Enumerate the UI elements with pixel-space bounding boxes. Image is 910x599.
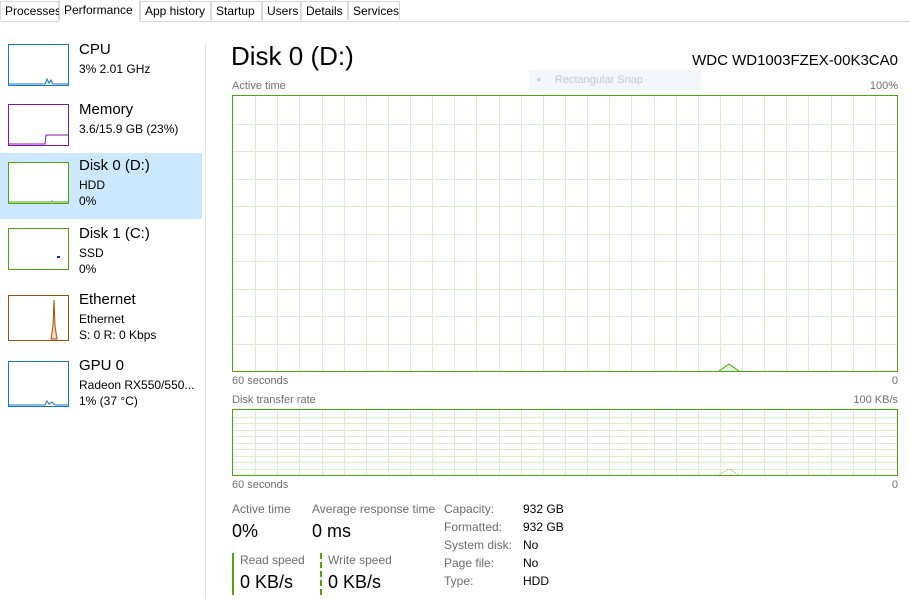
device-model: WDC WD1003FZEX-00K3CA0 [692,52,898,69]
active-time-max-label: 100% [869,80,898,92]
active-time-stat-label: Active time [232,502,291,516]
system-disk-value: No [523,538,539,552]
memory-mini-graph [8,104,69,146]
sidebar-item-usage: 0% [79,262,97,276]
transfer-rate-graph [232,409,898,476]
sidebar-item-detail: SSD [79,246,104,260]
active-time-time-label: 60 seconds [232,375,289,387]
type-label: Type: [444,574,474,588]
sidebar-item-usage: S: 0 R: 0 Kbps [79,328,157,342]
write-speed-value: 0 KB/s [328,572,382,592]
cpu-mini-graph [8,44,69,86]
system-disk-label: System disk: [444,538,513,552]
page-title: Disk 0 (D:) [231,41,354,71]
active-time-stat-value: 0% [232,521,259,541]
sidebar-item-detail: HDD [79,178,105,192]
tab-users[interactable]: Users [262,1,301,20]
sidebar-item-detail: Ethernet [79,312,125,326]
transfer-rate-max-label: 100 KB/s [853,394,898,406]
capacity-label: Capacity: [444,502,495,516]
read-speed-indicator [232,553,234,595]
transfer-rate-graph-canvas [233,410,897,476]
avg-response-stat-value: 0 ms [312,521,352,541]
tab-details[interactable]: Details [301,1,348,20]
write-speed-label: Write speed [328,553,392,567]
tab-services[interactable]: Services [348,1,400,20]
sidebar-item-detail: Radeon RX550/550... [79,378,195,392]
page-file-label: Page file: [444,556,495,570]
sidebar-item-title: Disk 1 (C:) [79,225,150,242]
sidebar-item-title: Memory [79,101,134,118]
sidebar-item-title: Disk 0 (D:) [79,157,150,174]
sidebar-item-detail: 3% 2.01 GHz [79,62,151,76]
sidebar-item-disk-0[interactable]: Disk 0 (D:) HDD 0% [0,153,202,219]
active-time-graph [232,95,898,372]
read-speed-label: Read speed [240,553,305,567]
disk-1-mini-graph [8,228,69,270]
transfer-rate-time-label: 60 seconds [232,479,289,491]
gpu-mini-graph [8,361,69,407]
active-time-graph-canvas [233,96,897,372]
formatted-value: 932 GB [523,520,564,534]
page-file-value: No [523,556,539,570]
capacity-value: 932 GB [523,502,564,516]
graph-grid [233,96,897,371]
tab-processes[interactable]: Processes [0,1,61,20]
tab-app-history[interactable]: App history [140,1,211,20]
sidebar-divider [205,43,206,599]
sidebar-item-gpu-0[interactable]: GPU 0 Radeon RX550/550... 1% (37 °C) [0,353,202,419]
resource-sidebar: CPU 3% 2.01 GHz Memory 3.6/15.9 GB (23%)… [0,22,205,599]
active-time-series [718,363,740,372]
sidebar-item-ethernet[interactable]: Ethernet Ethernet S: 0 R: 0 Kbps [0,287,202,353]
sidebar-item-usage: 1% (37 °C) [79,394,138,408]
tab-performance[interactable]: Performance [59,0,140,22]
ethernet-mini-graph [8,295,69,341]
write-speed-indicator [320,553,322,595]
snap-tooltip-ghost: ▪ Rectangular Snap [529,70,701,90]
sidebar-item-title: CPU [79,41,111,58]
tab-bar: Processes Performance App history Startu… [0,0,910,22]
type-value: HDD [523,574,549,588]
active-time-graph-label: Active time [232,80,286,92]
sidebar-item-title: GPU 0 [79,357,125,374]
snap-tooltip-text: Rectangular Snap [554,74,643,86]
snap-icon: ▪ [537,74,541,86]
transfer-rate-min-label: 0 [891,479,898,491]
graph-grid [233,410,897,475]
avg-response-stat-label: Average response time [312,502,436,516]
disk-0-mini-graph [8,162,69,204]
formatted-label: Formatted: [444,520,503,534]
transfer-rate-graph-label: Disk transfer rate [232,394,316,406]
tab-startup[interactable]: Startup [211,1,262,20]
active-time-min-label: 0 [891,375,898,387]
sidebar-item-disk-1[interactable]: Disk 1 (C:) SSD 0% [0,221,202,287]
read-speed-value: 0 KB/s [240,572,294,592]
sidebar-item-title: Ethernet [79,291,136,308]
sidebar-item-usage: 0% [79,194,97,208]
sidebar-item-cpu[interactable]: CPU 3% 2.01 GHz [0,37,202,103]
sidebar-item-detail: 3.6/15.9 GB (23%) [79,122,179,136]
